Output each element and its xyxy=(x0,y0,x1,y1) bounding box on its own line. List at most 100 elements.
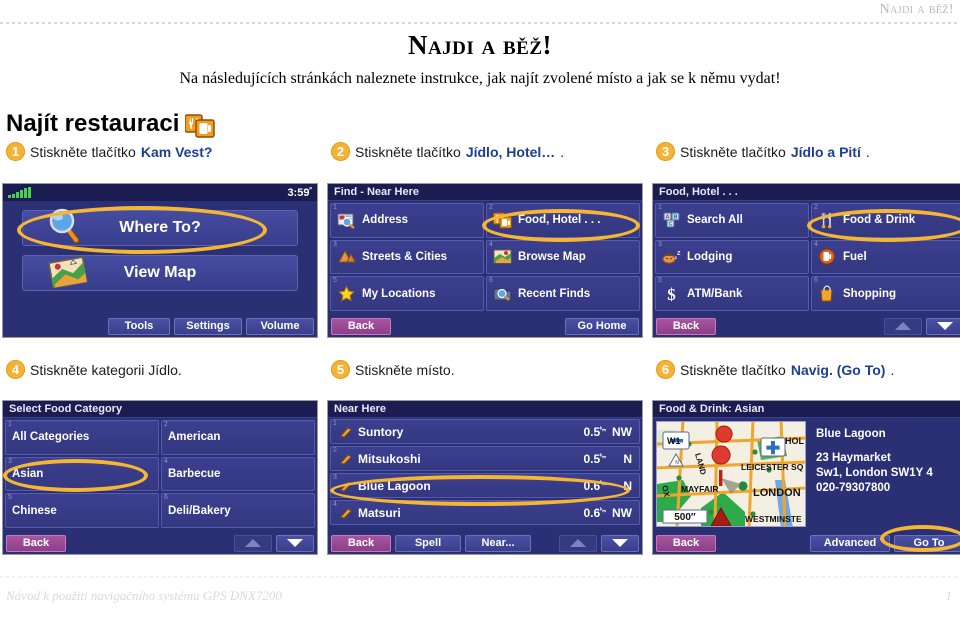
menu-item-fuel[interactable]: 4 Fuel xyxy=(811,239,960,275)
list-item[interactable]: 4 Matsuri 0.6ᵏₘ NW xyxy=(330,500,640,525)
step-text-6: Stiskněte tlačítko xyxy=(680,361,786,378)
menu-item-browse-map[interactable]: 4 Browse Map xyxy=(486,239,640,275)
chevron-down-icon xyxy=(612,539,628,547)
step-suffix-3: . xyxy=(865,143,870,160)
svg-text:WESTMINSTE: WESTMINSTE xyxy=(745,514,802,524)
food-hotel-icon xyxy=(493,212,512,229)
step-number-3: 3 xyxy=(656,142,675,161)
list-item[interactable]: 2 Mitsukoshi 0.5ᵏₘ N xyxy=(330,446,640,471)
category-chinese[interactable]: 5 Chinese xyxy=(5,493,159,528)
step-suffix-6: . xyxy=(890,361,895,378)
step-text-1: Stiskněte tlačítko xyxy=(30,143,136,160)
running-header: Najdi a běž! xyxy=(879,2,954,17)
step-number-5: 5 xyxy=(331,360,350,379)
footer-text: Návod k použití navigačního systému GPS … xyxy=(6,588,282,603)
page-number: 1 xyxy=(945,588,953,603)
step-bold-1: Kam Vest? xyxy=(140,143,213,160)
step-caption-3: 3 Stiskněte tlačítko Jídlo a Pití . xyxy=(656,142,870,161)
magnifier-icon xyxy=(47,207,89,249)
view-map-label: View Map xyxy=(123,264,197,281)
menu-item-food-drink[interactable]: 2 Food & Drink xyxy=(811,203,960,238)
go-to-button[interactable]: Go To xyxy=(894,534,960,552)
food-drink-icon xyxy=(818,212,837,229)
distance-value: 0.6ᵏₘ NW xyxy=(583,505,632,520)
volume-button[interactable]: Volume xyxy=(246,317,314,335)
svg-text:HOL: HOL xyxy=(785,436,805,446)
poi-address-line1: 23 Haymarket xyxy=(816,452,891,464)
menu-item-food-hotel[interactable]: 2 Food, Hotel . . . xyxy=(486,203,640,238)
poi-info: Blue Lagoon 23 Haymarket Sw1, London SW1… xyxy=(810,421,960,527)
footer-rule xyxy=(0,576,960,578)
where-to-button[interactable]: Where To? xyxy=(22,207,298,249)
step-caption-5: 5 Stiskněte místo. xyxy=(331,360,455,379)
category-all-categories[interactable]: 1 All Categories xyxy=(5,420,159,455)
screen3-grid: 1 ABC Search All 2 Food & Drink 3 Zz Lod… xyxy=(653,201,960,313)
menu-item-address[interactable]: 1 Address xyxy=(330,203,484,238)
menu-item-streets-cities[interactable]: 3 Streets & Cities xyxy=(330,239,484,275)
near-button[interactable]: Near... xyxy=(465,534,531,552)
menu-item-my-locations[interactable]: 5 My Locations xyxy=(330,276,484,311)
step-caption-4: 4 Stiskněte kategorii Jídlo. xyxy=(6,360,182,379)
category-deli-bakery[interactable]: 6 Deli/Bakery xyxy=(161,493,315,528)
streets-cities-icon xyxy=(337,248,356,265)
screen5-title: Near Here xyxy=(328,401,642,418)
list-item[interactable]: 1 Suntory 0.5ᵏₘ NW xyxy=(330,419,640,444)
map-icon xyxy=(47,252,89,294)
screen5-list: 1 Suntory 0.5ᵏₘ NW 2 Mitsukoshi 0.5ᵏₘ N 3 … xyxy=(328,418,642,528)
menu-item-recent-finds[interactable]: 6 Recent Finds xyxy=(486,276,640,311)
poi-phone: 020-79307800 xyxy=(816,482,891,494)
back-button[interactable]: Back xyxy=(331,534,391,552)
list-item[interactable]: 3 Blue Lagoon 0.6ᵏₘ N xyxy=(330,473,640,498)
step-text-2: Stiskněte tlačítko xyxy=(355,143,461,160)
step-number-2: 2 xyxy=(331,142,350,161)
distance-value: 0.5ᵏₘ N xyxy=(583,451,632,466)
go-home-button[interactable]: Go Home xyxy=(565,317,639,335)
clock: 3:59ᴾ xyxy=(287,186,312,199)
search-all-icon: ABC xyxy=(662,212,681,229)
shopping-icon xyxy=(818,285,837,302)
map-preview[interactable]: N 500″ W1 HOL LEICESTER SQ MAYFAIR LONDO… xyxy=(656,421,806,527)
menu-item-atm-bank[interactable]: 5 $ ATM/Bank xyxy=(655,276,809,311)
svg-text:$: $ xyxy=(667,285,676,302)
step-text-3: Stiskněte tlačítko xyxy=(680,143,786,160)
poi-name: Blue Lagoon xyxy=(816,428,886,440)
screen4-title: Select Food Category xyxy=(3,401,317,418)
tools-button[interactable]: Tools xyxy=(108,317,170,335)
step-caption-6: 6 Stiskněte tlačítko Navig. (Go To) . xyxy=(656,360,894,379)
menu-item-search-all[interactable]: 1 ABC Search All xyxy=(655,203,809,238)
svg-text:B: B xyxy=(674,214,678,220)
svg-text:C: C xyxy=(669,221,673,227)
back-button[interactable]: Back xyxy=(6,534,66,552)
screen6-title: Food & Drink: Asian xyxy=(653,401,960,418)
atm-bank-icon: $ xyxy=(662,285,681,304)
category-asian[interactable]: 3 Asian xyxy=(5,456,159,492)
scroll-down-button[interactable] xyxy=(276,534,314,552)
screen2-title: Find - Near Here xyxy=(328,184,642,201)
scroll-up-button[interactable] xyxy=(234,534,272,552)
category-american[interactable]: 2 American xyxy=(161,420,315,455)
settings-button[interactable]: Settings xyxy=(174,317,242,335)
scroll-down-button[interactable] xyxy=(926,317,960,335)
screen1-footer: Tools Settings Volume xyxy=(3,315,317,337)
page-title: Najdi a běž! xyxy=(407,30,553,60)
spell-button[interactable]: Spell xyxy=(395,534,461,552)
scroll-up-button[interactable] xyxy=(559,534,597,552)
scroll-up-button[interactable] xyxy=(884,317,922,335)
view-map-button[interactable]: View Map xyxy=(22,255,298,291)
scroll-down-button[interactable] xyxy=(601,534,639,552)
svg-text:MAYFAIR: MAYFAIR xyxy=(681,484,718,494)
restaurant-pin-icon xyxy=(339,425,353,442)
step-number-6: 6 xyxy=(656,360,675,379)
distance-value: 0.5ᵏₘ NW xyxy=(583,424,632,439)
back-button[interactable]: Back xyxy=(656,317,716,335)
menu-item-lodging[interactable]: 3 Zz Lodging xyxy=(655,239,809,275)
svg-text:LEICESTER SQ: LEICESTER SQ xyxy=(741,462,804,472)
back-button[interactable]: Back xyxy=(331,317,391,335)
lodging-icon: Zz xyxy=(662,248,681,265)
gps-screen-4-select-food-category: Select Food Category 1 All Categories 2 … xyxy=(2,400,318,555)
menu-item-shopping[interactable]: 6 Shopping xyxy=(811,276,960,311)
category-barbecue[interactable]: 4 Barbecue xyxy=(161,456,315,492)
advanced-button[interactable]: Advanced xyxy=(810,534,890,552)
gps-screen-2-find-near-here: Find - Near Here 1 Address 2 Food, Hotel… xyxy=(327,183,643,338)
back-button[interactable]: Back xyxy=(656,534,716,552)
